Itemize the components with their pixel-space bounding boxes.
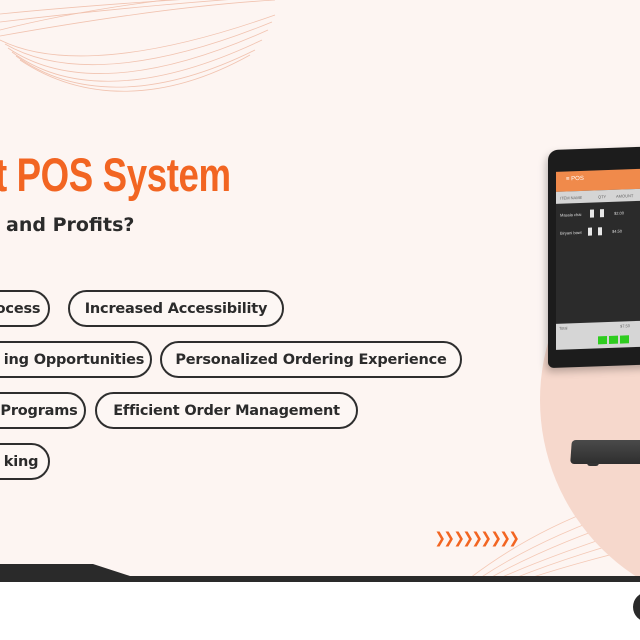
pos-order-row: Biryani bowl $4.50 [556,224,640,240]
chevron-arrows-icon: ❯ ❯ ❯ ❯ ❯ ❯ ❯ ❯ ❯ [434,529,521,547]
pos-total-value: $7.50 [620,323,631,329]
banner-title: t POS System [0,148,231,201]
pos-action-button [620,335,629,344]
feature-label: king [3,453,39,470]
feature-pill: Efficient Order Management [95,392,358,429]
pos-total-label: Total [559,325,568,331]
hero-banner: t POS System and Profits? ocess Increase… [0,0,640,578]
pos-action-button [598,336,607,345]
pos-col-qty: QTY [598,194,607,200]
pos-order-row: Masala chai $2.00 [556,206,640,222]
feature-label: ocess [0,300,41,317]
pos-screen-header: ≡ POS [556,167,640,192]
feature-pill: Programs [0,392,86,429]
pos-total-panel: Total $7.50 [556,320,640,350]
feature-pill: ocess [0,290,50,327]
pos-row-amount: $2.00 [614,210,625,216]
scroll-button[interactable] [633,592,640,622]
pos-row-amount: $4.50 [612,228,623,234]
feature-pill: ing Opportunities [0,341,152,378]
pos-action-button [609,335,618,344]
pos-header-label: ≡ POS [566,175,584,183]
pos-row-name: Masala chai [560,211,582,218]
pos-columns-header: ITEM NAME QTY AMOUNT [556,187,640,204]
feature-label: Personalized Ordering Experience [175,351,447,368]
pos-stand-foot [587,463,599,466]
decorative-wave-lines [0,0,640,578]
banner-subtitle: and Profits? [6,214,135,236]
feature-label: Efficient Order Management [113,402,340,419]
pos-stand-base [570,440,640,464]
pos-screen: ≡ POS ITEM NAME QTY AMOUNT Masala chai $… [556,167,640,350]
feature-label: Programs [0,402,78,419]
pos-col-item: ITEM NAME [560,194,583,201]
pos-terminal-monitor: ≡ POS ITEM NAME QTY AMOUNT Masala chai $… [548,145,640,369]
feature-label: Increased Accessibility [84,300,268,317]
feature-pill: Personalized Ordering Experience [160,341,462,378]
feature-label: ing Opportunities [3,351,145,368]
pos-col-amount: AMOUNT [616,193,634,199]
feature-pill: king [0,443,50,480]
pos-row-name: Biryani bowl [560,229,582,236]
bottom-divider [0,564,640,582]
feature-pill: Increased Accessibility [68,290,284,327]
